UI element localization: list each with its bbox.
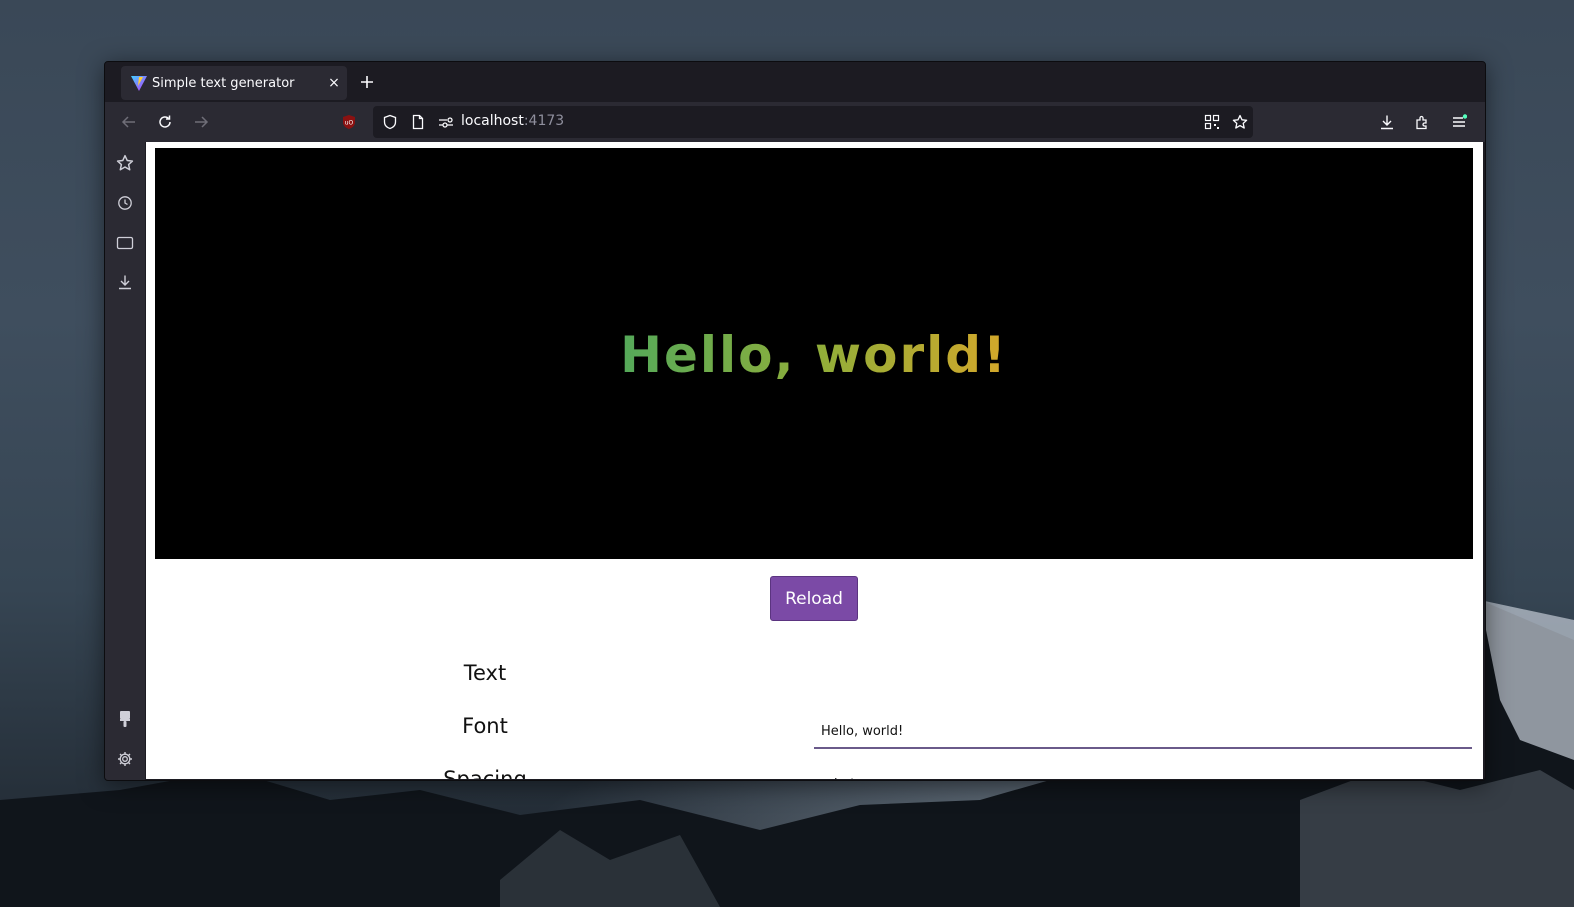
- downloads-button[interactable]: [1375, 110, 1399, 134]
- forward-button[interactable]: [189, 110, 213, 134]
- sidebar-history-icon[interactable]: [115, 193, 135, 213]
- back-button[interactable]: [117, 110, 141, 134]
- reload-button[interactable]: Reload: [770, 576, 858, 621]
- page-content: Hello, world! Reload Text Font Spacing: [146, 142, 1483, 779]
- page-info-icon[interactable]: [409, 113, 427, 131]
- tab-title: Simple text generator: [152, 75, 295, 91]
- url-bar[interactable]: localhost:4173: [373, 106, 1253, 138]
- hamburger-menu-icon: [1453, 114, 1467, 127]
- sidebar-customize-icon[interactable]: [115, 709, 135, 729]
- app-menu-button[interactable]: [1447, 110, 1471, 134]
- download-icon: [1381, 115, 1393, 130]
- tracking-shield-icon[interactable]: [381, 113, 399, 131]
- text-preview-canvas: Hello, world!: [155, 148, 1473, 559]
- text-field-input[interactable]: [814, 715, 1472, 749]
- sidebar-settings-icon[interactable]: [115, 749, 135, 769]
- preview-text: Hello, world!: [620, 325, 1008, 384]
- new-tab-button[interactable]: [355, 70, 379, 94]
- arrow-left-icon: [121, 116, 135, 128]
- spacing-field-label: Spacing: [443, 767, 527, 779]
- vite-favicon-icon: [131, 76, 147, 91]
- arrow-right-icon: [195, 116, 209, 128]
- reload-icon: [159, 115, 171, 128]
- tab-close-button[interactable]: ×: [321, 75, 347, 91]
- font-field-label: Font: [462, 714, 508, 738]
- ublock-shield-icon: uO: [343, 115, 355, 129]
- url-port: :4173: [523, 113, 565, 129]
- active-tab[interactable]: Simple text generator ×: [121, 66, 347, 100]
- plus-icon: [361, 76, 373, 88]
- qr-code-icon[interactable]: [1203, 113, 1221, 131]
- font-field-input[interactable]: [814, 768, 1472, 779]
- gear-icon: [118, 752, 132, 766]
- navigation-toolbar: uO localhost:4173: [105, 102, 1485, 142]
- url-host: localhost: [461, 113, 524, 129]
- tab-bar: Simple text generator ×: [105, 62, 1485, 102]
- puzzle-icon: [1416, 115, 1427, 130]
- extensions-button[interactable]: [1411, 110, 1435, 134]
- svg-text:uO: uO: [345, 120, 354, 127]
- bookmark-star-icon[interactable]: [1231, 113, 1249, 131]
- reload-page-button[interactable]: [153, 110, 177, 134]
- text-field-label: Text: [463, 661, 507, 685]
- browser-sidebar: [105, 142, 145, 780]
- url-text[interactable]: localhost:4173: [461, 113, 564, 129]
- ublock-extension-button[interactable]: uO: [337, 110, 361, 134]
- permissions-icon[interactable]: [437, 113, 455, 131]
- browser-window: Simple text generator × uO localhost:417…: [104, 61, 1486, 781]
- sidebar-bookmarks-icon[interactable]: [115, 153, 135, 173]
- sidebar-synced-tabs-icon[interactable]: [115, 233, 135, 253]
- sidebar-downloads-icon[interactable]: [115, 272, 135, 292]
